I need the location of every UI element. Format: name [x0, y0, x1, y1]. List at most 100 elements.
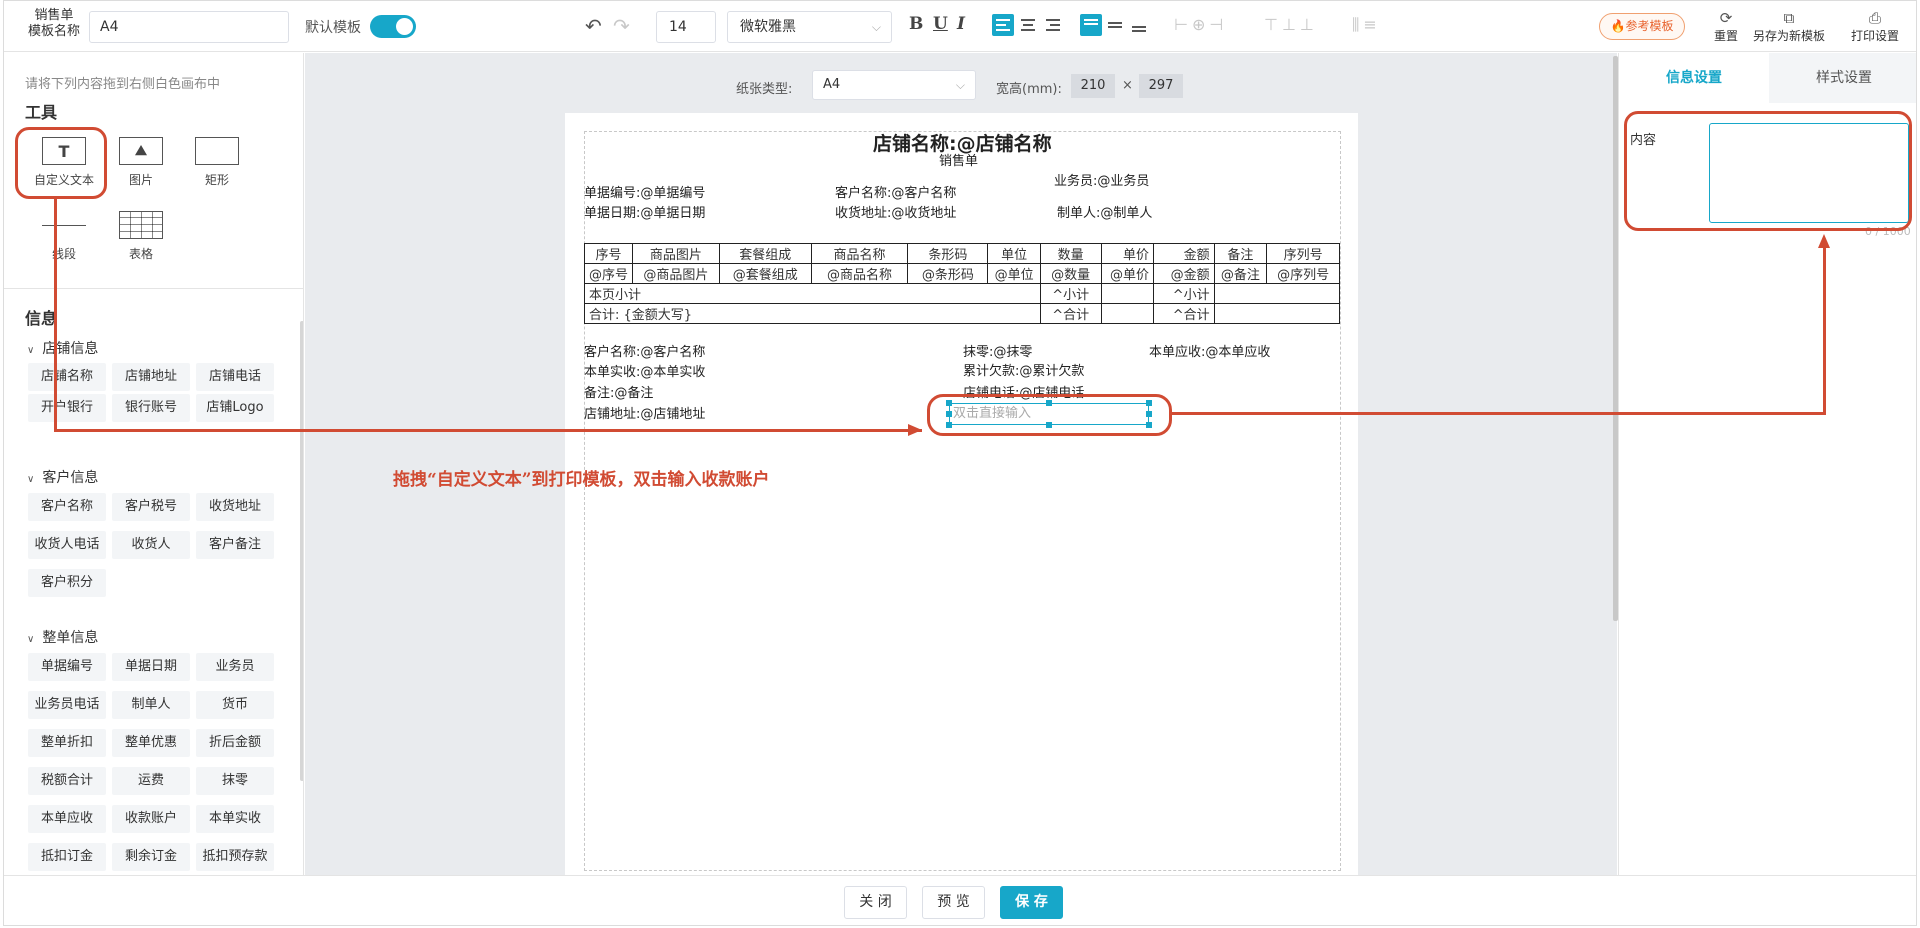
left-scrollbar[interactable]: [300, 321, 303, 781]
subtotal-amount: ^小计: [1153, 283, 1215, 304]
footer-note[interactable]: 备注:@备注: [584, 382, 653, 401]
chip-maker[interactable]: 制单人: [112, 691, 190, 719]
paper-type-value: A4: [823, 77, 841, 92]
save-as-new-template-button[interactable]: ⧉ 另存为新模板: [1753, 9, 1825, 44]
items-table[interactable]: 序号 商品图片 套餐组成 商品名称 条形码 单位 数量 单价 金额 备注 序列号…: [583, 243, 1341, 324]
chip-prepaid-deduct[interactable]: 抵扣预存款: [196, 843, 274, 871]
image-icon: ⛰: [119, 137, 163, 165]
arrow-up-icon: [1818, 234, 1830, 248]
tool-line[interactable]: 线段: [34, 211, 94, 262]
footer-customer[interactable]: 客户名称:@客户名称: [584, 341, 705, 360]
distribute-even-icon[interactable]: ⫼≡: [1352, 15, 1381, 35]
chip-salesman-phone[interactable]: 业务员电话: [28, 691, 106, 719]
align-right-icon[interactable]: [1042, 14, 1064, 36]
annotation-line: [54, 199, 57, 431]
chip-store-address[interactable]: 店铺地址: [112, 363, 190, 391]
group-customer-info[interactable]: ∨ 客户信息: [27, 467, 98, 487]
tool-label: 图片: [128, 173, 153, 187]
chip-bank[interactable]: 开户银行: [28, 394, 106, 422]
distribute-left-icon[interactable]: ⊢⊕⊣: [1174, 15, 1227, 35]
field-customer[interactable]: 客户名称:@客户名称: [835, 182, 956, 201]
footer-debt[interactable]: 累计欠款:@累计欠款: [963, 360, 1084, 379]
save-button[interactable]: 保 存: [1000, 886, 1063, 919]
total-qty: ^合计: [1039, 303, 1102, 324]
chip-currency[interactable]: 货币: [196, 691, 274, 719]
chip-received[interactable]: 本单实收: [196, 805, 274, 833]
field-maker[interactable]: 制单人:@制单人: [1057, 202, 1152, 221]
italic-button[interactable]: I: [957, 14, 965, 34]
save-as-new-label: 另存为新模板: [1753, 29, 1826, 43]
chip-deposit-remain[interactable]: 剩余订金: [112, 843, 190, 871]
chip-order-offer[interactable]: 整单优惠: [112, 729, 190, 757]
close-button[interactable]: 关 闭: [844, 886, 907, 919]
chip-discounted-amount[interactable]: 折后金额: [196, 729, 274, 757]
align-center-icon[interactable]: [1017, 14, 1039, 36]
field-doc-no[interactable]: 单据编号:@单据编号: [584, 182, 705, 201]
print-paper[interactable]: [565, 113, 1358, 883]
chip-store-logo[interactable]: 店铺Logo: [196, 394, 274, 422]
tab-style-settings[interactable]: 样式设置: [1769, 53, 1916, 103]
valign-top-icon[interactable]: [1080, 14, 1102, 36]
underline-button[interactable]: U: [933, 14, 948, 34]
chip-customer-note[interactable]: 客户备注: [196, 531, 274, 559]
reset-button[interactable]: ⟳ 重置: [1714, 9, 1738, 44]
divider: [4, 288, 303, 289]
reference-template-button[interactable]: 🔥参考模板: [1599, 13, 1685, 40]
chevron-down-icon: ⌵: [955, 78, 965, 92]
top-toolbar: 销售单 模板名称 A4 默认模板 ↶ ↷ 14 微软雅黑 ⌵ B U I ⊢⊕⊣…: [4, 1, 1916, 52]
doc-title[interactable]: 销售单: [939, 150, 978, 169]
tool-table[interactable]: 表格: [111, 211, 171, 262]
valign-middle-icon[interactable]: [1104, 14, 1126, 36]
group-store-info[interactable]: ∨ 店铺信息: [27, 338, 98, 358]
chip-deposit-deduct[interactable]: 抵扣订金: [28, 843, 106, 871]
chip-freight[interactable]: 运费: [112, 767, 190, 795]
tool-rectangle[interactable]: 矩形: [187, 137, 247, 188]
chip-receiver-phone[interactable]: 收货人电话: [28, 531, 106, 559]
align-left-icon[interactable]: [992, 14, 1014, 36]
field-doc-date[interactable]: 单据日期:@单据日期: [584, 202, 705, 221]
tab-info-settings[interactable]: 信息设置: [1619, 53, 1769, 103]
print-settings-button[interactable]: ⎙ 打印设置: [1851, 9, 1899, 44]
width-input[interactable]: 210: [1071, 74, 1115, 98]
bold-button[interactable]: B: [909, 14, 923, 34]
chip-store-phone[interactable]: 店铺电话: [196, 363, 274, 391]
chip-customer-tax[interactable]: 客户税号: [112, 493, 190, 521]
chip-payment-account[interactable]: 收款账户: [112, 805, 190, 833]
chip-tax-total[interactable]: 税额合计: [28, 767, 106, 795]
preview-button[interactable]: 预 览: [922, 886, 985, 919]
chip-receiver[interactable]: 收货人: [112, 531, 190, 559]
chip-order-discount[interactable]: 整单折扣: [28, 729, 106, 757]
footer-receivable[interactable]: 本单应收:@本单应收: [1149, 341, 1270, 360]
tool-image[interactable]: ⛰ 图片: [111, 137, 171, 188]
font-family-select[interactable]: 微软雅黑 ⌵: [727, 11, 892, 43]
chip-store-name[interactable]: 店铺名称: [28, 363, 106, 391]
footer-received[interactable]: 本单实收:@本单实收: [584, 361, 705, 380]
group-order-info[interactable]: ∨ 整单信息: [27, 627, 98, 647]
height-input[interactable]: 297: [1139, 74, 1183, 98]
default-template-toggle[interactable]: [370, 15, 416, 38]
field-address[interactable]: 收货地址:@收货地址: [835, 202, 956, 221]
field-salesman[interactable]: 业务员:@业务员: [1054, 170, 1149, 189]
redo-icon[interactable]: ↷: [613, 16, 630, 36]
chip-doc-date[interactable]: 单据日期: [112, 653, 190, 681]
paper-type-label: 纸张类型:: [736, 82, 793, 97]
chip-receivable[interactable]: 本单应收: [28, 805, 106, 833]
distribute-top-icon[interactable]: ⊤⊥⊥: [1264, 15, 1318, 35]
chip-customer-points[interactable]: 客户积分: [28, 569, 106, 597]
valign-bottom-icon[interactable]: [1128, 14, 1150, 36]
template-name-input[interactable]: A4: [89, 11, 289, 43]
paper-type-select[interactable]: A4 ⌵: [812, 70, 976, 100]
font-size-input[interactable]: 14: [656, 11, 716, 43]
footer-store-address[interactable]: 店铺地址:@店铺地址: [584, 403, 705, 422]
chip-bank-account[interactable]: 银行账号: [112, 394, 190, 422]
refresh-icon: ⟳: [1719, 9, 1733, 27]
th-product-name: 商品名称: [810, 243, 909, 264]
chip-customer-name[interactable]: 客户名称: [28, 493, 106, 521]
chip-salesman[interactable]: 业务员: [196, 653, 274, 681]
footer-rounding[interactable]: 抹零:@抹零: [963, 341, 1032, 360]
chip-ship-address[interactable]: 收货地址: [196, 493, 274, 521]
chip-doc-no[interactable]: 单据编号: [28, 653, 106, 681]
undo-icon[interactable]: ↶: [585, 16, 602, 36]
chip-rounding[interactable]: 抹零: [196, 767, 274, 795]
drag-hint: 请将下列内容拖到右侧白色画布中: [25, 77, 221, 92]
